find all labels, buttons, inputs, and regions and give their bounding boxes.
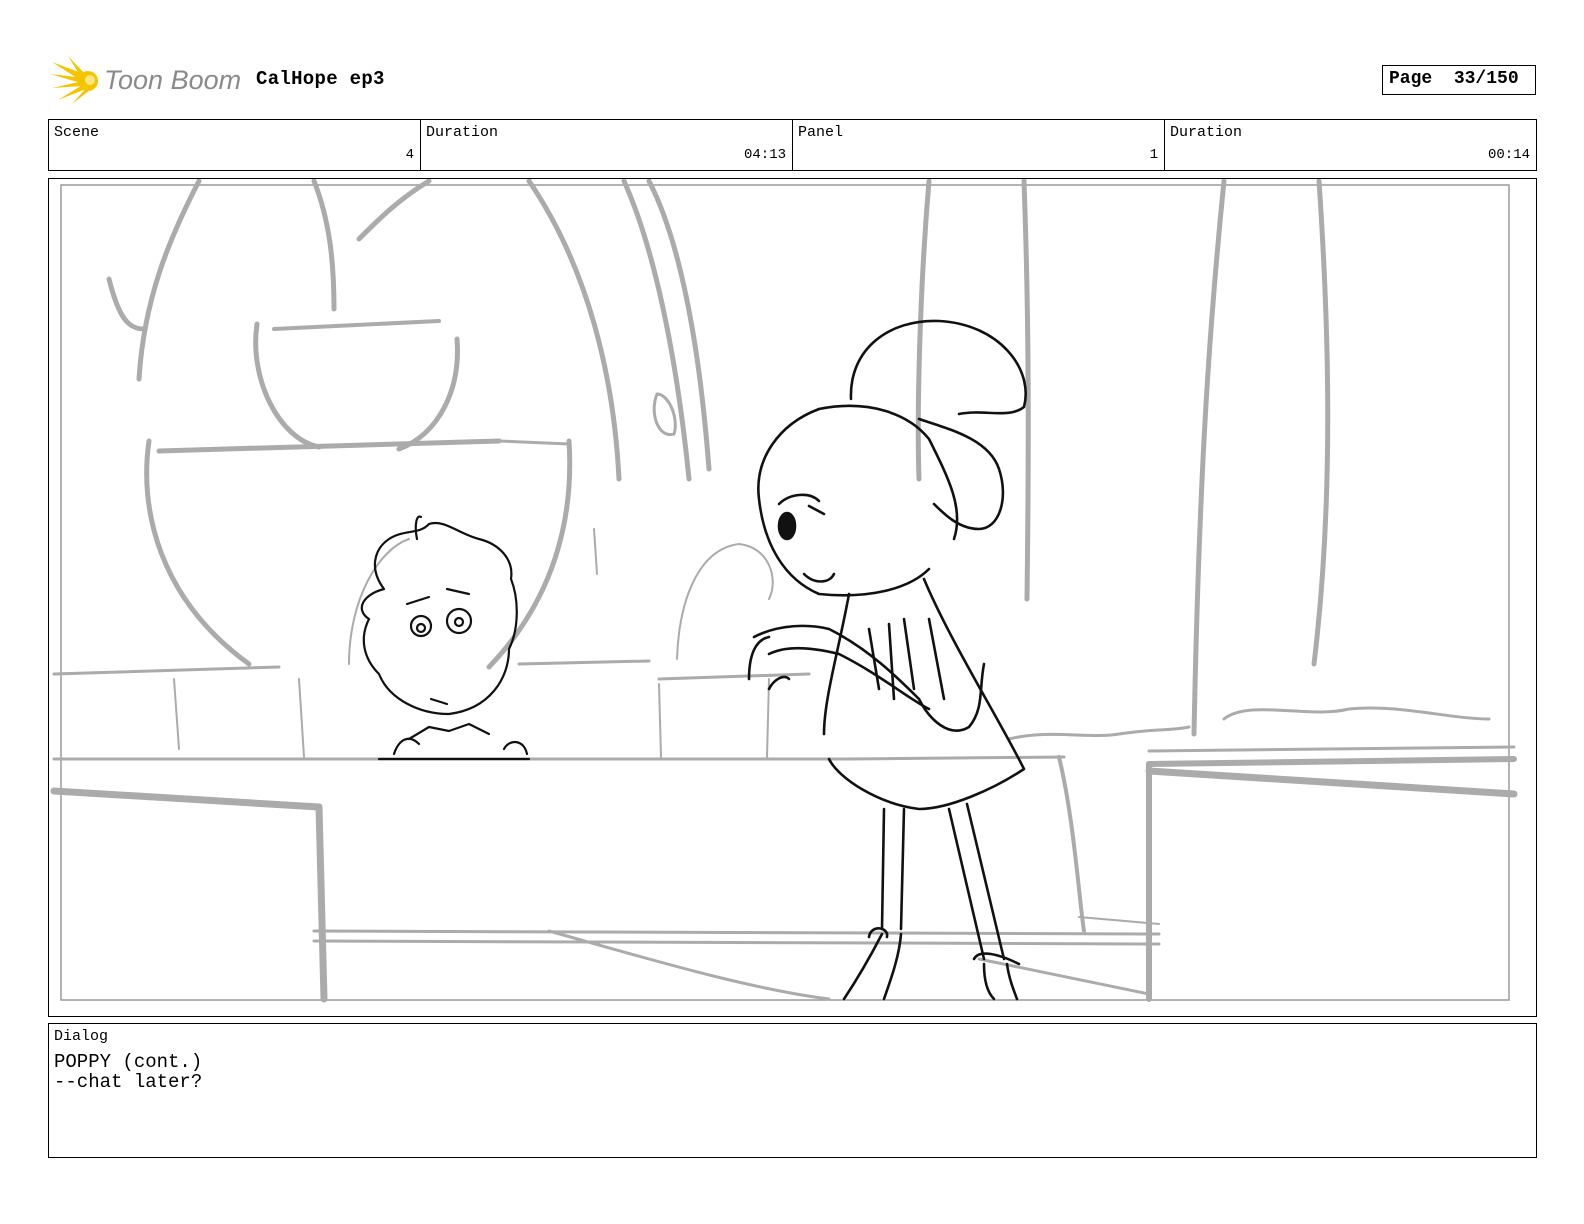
dialog-label: Dialog xyxy=(54,1028,109,1045)
dialog-box: Dialog POPPY (cont.) --chat later? xyxy=(48,1023,1537,1158)
scene-duration-cell: Duration 04:13 xyxy=(421,120,793,170)
panel-info-table: Scene 4 Duration 04:13 Panel 1 Duration … xyxy=(48,119,1537,171)
logo-text: Toon Boom xyxy=(104,65,241,95)
scene-duration-value: 04:13 xyxy=(743,147,786,163)
panel-label: Panel xyxy=(798,124,844,141)
panel-value: 1 xyxy=(1149,147,1158,163)
storyboard-panel xyxy=(48,178,1537,1017)
scene-value: 4 xyxy=(405,147,414,163)
page-indicator: Page 33/150 xyxy=(1382,65,1536,95)
background-sketch xyxy=(50,179,1518,1003)
poppy-character-sketch xyxy=(747,319,1027,1001)
scene-label: Scene xyxy=(54,124,100,141)
dialog-line: POPPY (cont.) xyxy=(54,1051,203,1073)
project-title: CalHope ep3 xyxy=(256,68,385,90)
page-label: Page xyxy=(1389,69,1433,89)
panel-duration-label: Duration xyxy=(1170,124,1243,141)
scene-duration-label: Duration xyxy=(426,124,499,141)
safe-area-frame xyxy=(60,184,1510,1001)
toon-boom-logo: Toon Boom xyxy=(50,54,245,106)
toon-boom-starburst-icon: Toon Boom xyxy=(50,56,241,104)
panel-sketch xyxy=(50,179,1518,1003)
scene-cell: Scene 4 xyxy=(49,120,421,170)
page-number: 33/150 xyxy=(1453,69,1519,89)
panel-duration-value: 00:14 xyxy=(1487,147,1530,163)
panel-cell: Panel 1 xyxy=(793,120,1165,170)
dialog-line: --chat later? xyxy=(54,1071,203,1093)
panel-duration-cell: Duration 00:14 xyxy=(1165,120,1536,170)
